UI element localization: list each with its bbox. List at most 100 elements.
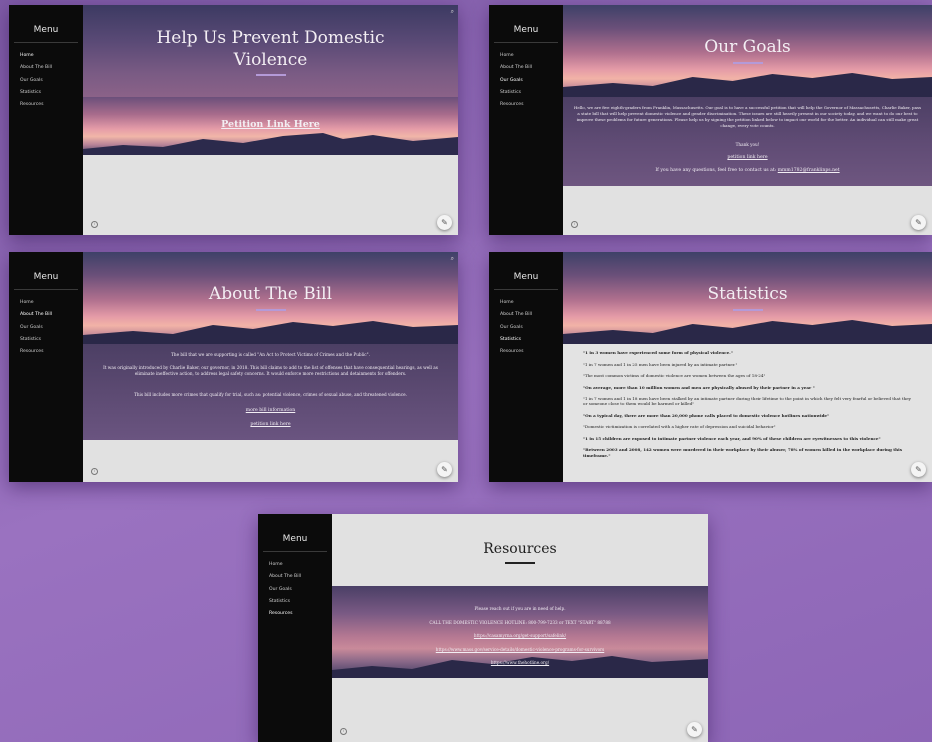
bill-description: It was originally introduced by Charlie … [103,365,438,377]
menu-divider [494,289,558,290]
nav-item-home[interactable]: Home [20,297,83,309]
nav-item-about-the-bill[interactable]: About The Bill [20,62,83,74]
goals-paragraph: Hello, we are five eighth-graders from F… [573,105,922,128]
screenshot-home: Menu Home About The Bill Our Goals Stati… [9,5,458,235]
nav-item-statistics[interactable]: Statistics [269,596,332,608]
nav-item-home[interactable]: Home [500,297,563,309]
screenshot-resources: Menu Home About The Bill Our Goals Stati… [258,514,708,742]
menu-title: Menu [33,272,59,282]
info-icon[interactable]: i [91,221,98,228]
nav-item-resources[interactable]: Resources [269,608,332,620]
info-icon[interactable]: i [91,468,98,475]
nav-item-our-goals[interactable]: Our Goals [500,75,563,87]
search-icon[interactable]: ⌕ [451,255,454,263]
main-content: Help Us Prevent Domestic Violence ⌕ Peti… [83,5,458,235]
menu-divider [494,42,558,43]
nav-item-home[interactable]: Home [269,559,332,571]
title-underline [505,562,535,564]
page-title: Help Us Prevent Domestic Violence [83,27,458,71]
hero-banner: Our Goals [563,5,932,97]
menu-divider [14,42,78,43]
contact-line: If you have any questions, feel free to … [573,168,922,174]
nav-item-resources[interactable]: Resources [20,99,83,111]
nav-item-statistics[interactable]: Statistics [500,334,563,346]
pencil-icon[interactable]: ✎ [911,215,926,230]
pencil-icon[interactable]: ✎ [437,462,452,477]
nav-item-statistics[interactable]: Statistics [500,87,563,99]
page-title: About The Bill [208,284,333,304]
goals-panel: Hello, we are five eighth-graders from F… [563,97,932,186]
stat-fact: "1 in 15 children are exposed to intimat… [583,435,881,441]
sidebar-menu: Menu Home About The Bill Our Goals Stati… [489,5,563,235]
resources-banner: Please reach out if you are in need of h… [332,586,708,678]
resource-link-thehotline[interactable]: https://www.thehotline.org/ [342,660,698,666]
nav-item-our-goals[interactable]: Our Goals [20,75,83,87]
page-title-line2: Violence [233,50,308,70]
petition-banner: Petition Link Here [83,97,458,155]
nav-item-home[interactable]: Home [20,50,83,62]
nav-item-our-goals[interactable]: Our Goals [20,322,83,334]
menu-divider [263,551,327,552]
screenshot-our-goals: Menu Home About The Bill Our Goals Stati… [489,5,932,235]
nav-item-statistics[interactable]: Statistics [20,334,83,346]
stat-fact: "1 in 7 women and 1 in 25 men have been … [583,361,738,367]
nav-item-resources[interactable]: Resources [500,346,563,358]
nav-item-about-the-bill[interactable]: About The Bill [20,309,83,321]
stat-fact: "On average, more than 10 million women … [583,384,815,390]
more-info-link[interactable]: more bill information [93,408,448,414]
search-icon[interactable]: ⌕ [451,8,454,16]
page-title: Statistics [707,284,788,304]
contact-email-link[interactable]: mmm1782@franklinps.net [778,168,840,173]
pencil-icon[interactable]: ✎ [437,215,452,230]
resource-link-casamyrna[interactable]: https://casamyrna.org/get-support/safeli… [342,633,698,639]
main-content: Our Goals Hello, we are five eighth-grad… [563,5,932,235]
statistics-list: "1 in 3 women have experienced some form… [563,344,932,482]
contact-text: If you have any questions, feel free to … [655,168,777,173]
petition-link[interactable]: petition link here [573,155,922,161]
nav-item-our-goals[interactable]: Our Goals [500,322,563,334]
title-underline [732,309,763,311]
sidebar-menu: Menu Home About The Bill Our Goals Stati… [9,5,83,235]
help-text: Please reach out if you are in need of h… [474,606,566,611]
main-content: About The Bill ⌕ The bill that we are su… [83,252,458,482]
pencil-icon[interactable]: ✎ [687,722,702,737]
nav-item-about-the-bill[interactable]: About The Bill [500,62,563,74]
stat-fact: "On a typical day, there are more than 2… [583,412,830,418]
title-underline [255,74,286,76]
menu-title: Menu [33,25,59,35]
title-underline [732,62,763,64]
nav-item-resources[interactable]: Resources [20,346,83,358]
thanks-text: Thank you! [735,142,760,147]
stat-fact: "1 in 7 women and 1 in 18 men have been … [583,396,911,407]
hero-banner: Help Us Prevent Domestic Violence ⌕ [83,5,458,97]
nav-item-resources[interactable]: Resources [500,99,563,111]
sidebar-menu: Menu Home About The Bill Our Goals Stati… [258,514,332,742]
nav-item-statistics[interactable]: Statistics [20,87,83,99]
petition-link[interactable]: petition link here [93,422,448,428]
info-icon[interactable]: i [340,728,347,735]
nav-item-our-goals[interactable]: Our Goals [269,584,332,596]
info-icon[interactable]: i [571,221,578,228]
bill-crimes: This bill includes more crimes that qual… [134,392,407,397]
menu-title: Menu [282,534,308,544]
nav-item-about-the-bill[interactable]: About The Bill [500,309,563,321]
mountain-silhouette [563,316,932,344]
page-title: Resources [483,541,557,557]
bill-intro: The bill that we are supporting is calle… [171,352,370,357]
main-content: Statistics "1 in 3 women have experience… [563,252,932,482]
nav-item-about-the-bill[interactable]: About The Bill [269,571,332,583]
petition-link[interactable]: Petition Link Here [83,119,458,130]
pencil-icon[interactable]: ✎ [911,462,926,477]
hero-banner: About The Bill ⌕ [83,252,458,344]
hotline-text: CALL THE DOMESTIC VIOLENCE HOTLINE: 800-… [429,620,611,625]
page-title-line1: Help Us Prevent Domestic [156,28,385,48]
resource-link-mass-gov[interactable]: https://www.mass.gov/service-details/dom… [342,647,698,653]
nav-item-home[interactable]: Home [500,50,563,62]
sidebar-menu: Menu Home About The Bill Our Goals Stati… [489,252,563,482]
stat-fact: "Domestic victimization is correlated wi… [583,424,776,430]
hero-banner: Statistics [563,252,932,344]
stat-fact: "1 in 3 women have experienced some form… [583,350,733,355]
mountain-silhouette [83,316,458,344]
bill-panel: The bill that we are supporting is calle… [83,344,458,440]
main-content: Resources Please reach out if you are in… [332,514,708,742]
